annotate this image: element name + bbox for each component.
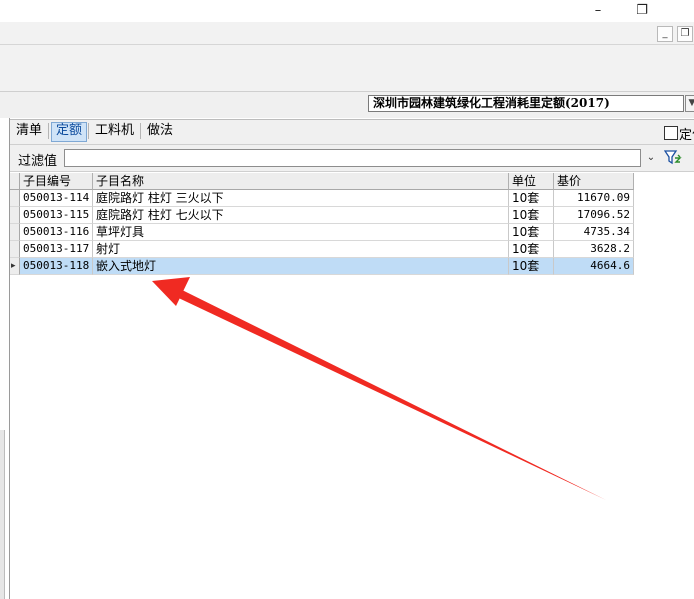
fixed-checkbox-label: 定位 <box>679 128 694 143</box>
table-row[interactable]: 草坪灯具 <box>93 224 509 241</box>
current-row-indicator-icon[interactable]: ▸ <box>10 258 20 275</box>
mdi-restore-icon[interactable]: ❐ <box>677 26 693 42</box>
table-row[interactable]: 050013-117 <box>20 241 93 258</box>
tab-separator <box>48 123 49 139</box>
table-row-selected[interactable]: 10套 <box>509 258 554 275</box>
table-row[interactable]: 10套 <box>509 241 554 258</box>
restore-icon[interactable]: ❐ <box>622 0 662 22</box>
chevron-down-icon[interactable]: ▼ <box>685 95 694 112</box>
table-row[interactable]: 3628.2 <box>554 241 634 258</box>
row-indicator[interactable] <box>10 190 20 207</box>
minimize-icon[interactable]: – <box>578 0 618 22</box>
tab-bill[interactable]: 清单 <box>12 122 46 140</box>
tab-separator <box>140 123 141 139</box>
row-indicator[interactable] <box>10 224 20 241</box>
filter-label: 过滤值 <box>18 154 58 169</box>
tab-labor-material[interactable]: 工料机 <box>91 122 138 140</box>
table-row[interactable]: 庭院路灯 柱灯 七火以下 <box>93 207 509 224</box>
table-row[interactable]: 11670.09 <box>554 190 634 207</box>
column-header-price[interactable]: 基价 <box>554 173 634 190</box>
table-row[interactable]: 10套 <box>509 224 554 241</box>
tab-separator <box>88 123 89 139</box>
filter-funnel-icon[interactable] <box>664 149 682 167</box>
table-row[interactable]: 庭院路灯 柱灯 三火以下 <box>93 190 509 207</box>
column-header-unit[interactable]: 单位 <box>509 173 554 190</box>
row-indicator-header <box>10 173 20 190</box>
menu-bar <box>0 22 694 45</box>
column-header-name[interactable]: 子目名称 <box>93 173 509 190</box>
column-header-code[interactable]: 子目编号 <box>20 173 93 190</box>
row-indicator[interactable] <box>10 207 20 224</box>
table-row[interactable]: 050013-116 <box>20 224 93 241</box>
left-scrollbar[interactable] <box>0 430 5 599</box>
table-row[interactable]: 050013-114 <box>20 190 93 207</box>
toolbar <box>0 45 694 92</box>
table-row[interactable]: 4735.34 <box>554 224 634 241</box>
tab-method[interactable]: 做法 <box>143 122 177 140</box>
filter-input[interactable] <box>64 149 641 167</box>
table-row[interactable]: 射灯 <box>93 241 509 258</box>
table-row[interactable]: 17096.52 <box>554 207 634 224</box>
table-row-selected[interactable]: 4664.6 <box>554 258 634 275</box>
fixed-checkbox[interactable] <box>664 126 678 140</box>
mdi-minimize-icon[interactable]: _ <box>657 26 673 42</box>
row-indicator[interactable] <box>10 241 20 258</box>
table-row[interactable]: 10套 <box>509 207 554 224</box>
table-row-selected[interactable]: 050013-118 <box>20 258 93 275</box>
quota-grid: 子目编号 子目名称 单位 基价 050013-114 庭院路灯 柱灯 三火以下 … <box>10 173 694 599</box>
table-row[interactable]: 050013-115 <box>20 207 93 224</box>
quota-library-select[interactable]: 深圳市园林建筑绿化工程消耗里定额(2017) <box>368 95 684 112</box>
chevron-down-icon[interactable]: ⌄ <box>643 149 659 167</box>
table-row[interactable]: 10套 <box>509 190 554 207</box>
table-row-selected[interactable]: 嵌入式地灯 <box>93 258 509 275</box>
tab-quota[interactable]: 定额 <box>51 122 88 142</box>
